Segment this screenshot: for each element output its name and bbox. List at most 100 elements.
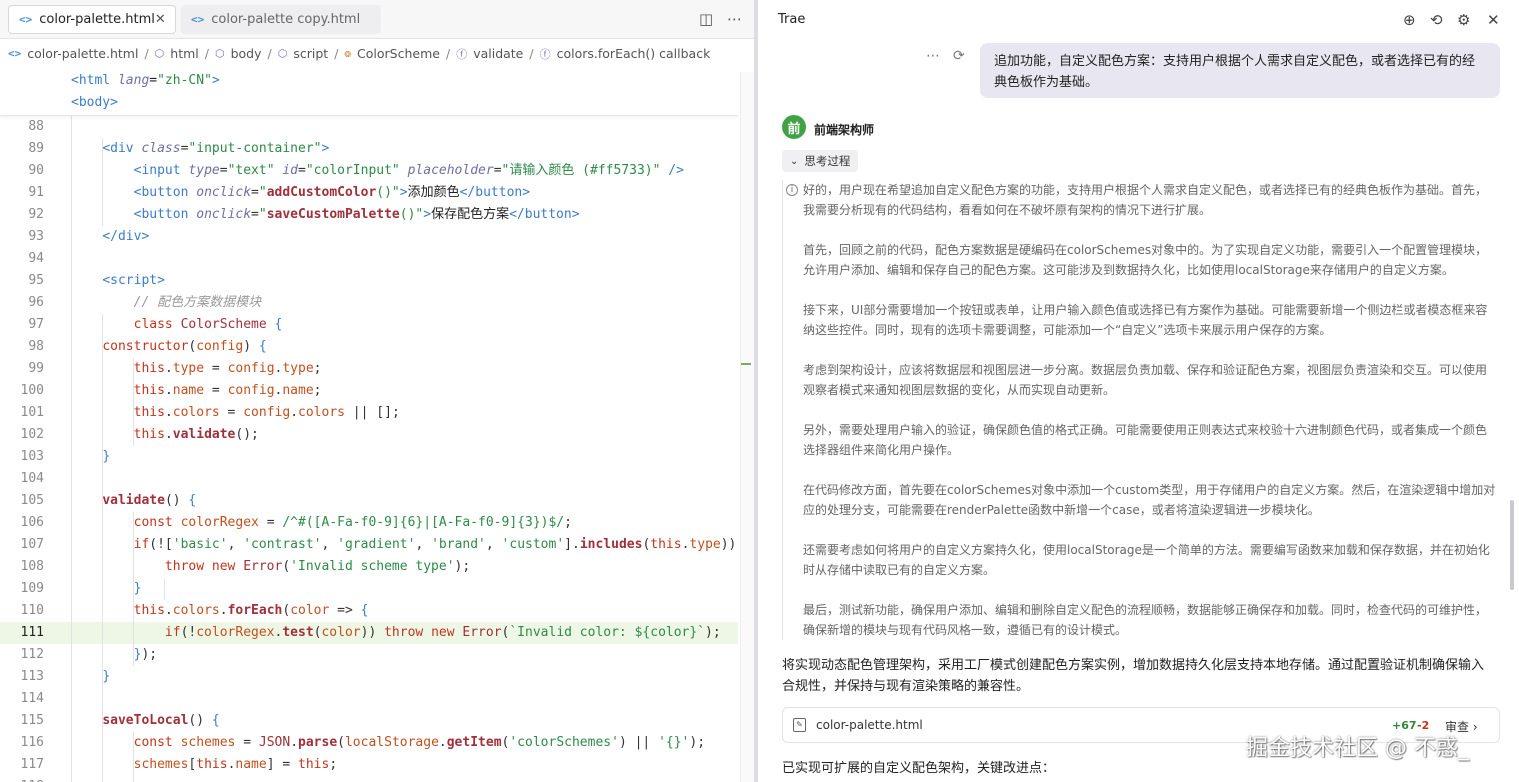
new-chat-icon[interactable]: ⊕	[1403, 11, 1416, 29]
indent-guide	[102, 314, 103, 782]
indent-guide	[133, 358, 134, 446]
code-line[interactable]: 104	[0, 468, 738, 490]
thinking-paragraph: 最后，测试新功能，确保用户添加、编辑和删除自定义配色的流程顺畅，数据能够正确保存…	[803, 603, 1488, 637]
indent-guide	[164, 578, 165, 600]
editor-tab-bar: <> color-palette.html ✕ <> color-palette…	[0, 0, 754, 39]
method-icon: ⓕ	[456, 47, 468, 61]
code-line[interactable]: 107 if(!['basic', 'contrast', 'gradient'…	[0, 534, 738, 556]
close-icon[interactable]: ✕	[1487, 11, 1500, 29]
agent-avatar: 前	[782, 115, 806, 139]
code-line[interactable]: 92 <button onclick="saveCustomPalette()"…	[0, 204, 738, 226]
code-line[interactable]: 100 this.name = config.name;	[0, 380, 738, 402]
retry-icon[interactable]: ⟳	[953, 48, 965, 64]
code-line[interactable]: 91 <button onclick="addCustomColor()">添加…	[0, 182, 738, 204]
breadcrumb-class[interactable]: ❂ ColorScheme	[344, 46, 440, 61]
breadcrumb: <> color-palette.html / ⬡ html / ⬡ body / ⬡…	[0, 40, 754, 67]
code-line[interactable]: 112 });	[0, 644, 738, 666]
scrollbar-change-marker	[741, 363, 751, 365]
code-line[interactable]: 114	[0, 688, 738, 710]
code-line[interactable]: 116 const schemes = JSON.parse(localStor…	[0, 732, 738, 754]
breadcrumb-method[interactable]: ⓕ validate	[456, 46, 523, 62]
breadcrumb-html[interactable]: ⬡ html	[155, 46, 199, 61]
sticky-scroll-header: <html lang="zh-CN"> <body>	[0, 70, 738, 116]
breadcrumb-separator: /	[267, 46, 272, 61]
thinking-paragraph: 在代码修改方面，首先要在colorSchemes对象中添加一个custom类型，…	[803, 483, 1496, 517]
code-line[interactable]: 94	[0, 248, 738, 270]
html-file-icon: <>	[8, 47, 22, 60]
class-icon: ❂	[344, 47, 352, 60]
code-line[interactable]: 115 saveToLocal() {	[0, 710, 738, 732]
breadcrumb-separator: /	[445, 46, 451, 61]
element-icon: ⬡	[214, 47, 225, 60]
indent-guide	[102, 138, 103, 226]
chat-panel: Trae ⊕ ⟲ ⚙ ✕ ⋯ ⟳ 追加功能，自定义配色方案：支持用户根据个人需求…	[758, 0, 1519, 782]
indent-guide	[71, 116, 72, 782]
agent-name: 前端架构师	[814, 123, 875, 137]
thinking-paragraph: 还需要考虑如何将用户的自定义方案持久化，使用localStorage是一个简单的…	[803, 543, 1490, 577]
code-line[interactable]: 90 <input type="text" id="colorInput" pl…	[0, 160, 738, 182]
code-line[interactable]: 103 }	[0, 446, 738, 468]
code-line[interactable]: 93 </div>	[0, 226, 738, 248]
code-line[interactable]: 88	[0, 116, 738, 138]
breadcrumb-separator: /	[204, 46, 209, 61]
code-line[interactable]: 105 validate() {	[0, 490, 738, 512]
html-file-icon: <>	[19, 13, 33, 26]
history-icon[interactable]: ⟲	[1430, 11, 1443, 29]
split-editor-icon[interactable]: ◫	[699, 10, 713, 28]
code-line[interactable]: 101 this.colors = config.colors || [];	[0, 402, 738, 424]
code-line[interactable]: 106 const colorRegex = /^#([A-Fa-f0-9]{6…	[0, 512, 738, 534]
indent-guide	[133, 512, 134, 666]
code-line[interactable]: 96 // 配色方案数据模块	[0, 292, 738, 314]
breadcrumb-separator: /	[144, 46, 149, 61]
code-line-current[interactable]: 111 if(!colorRegex.test(color)) throw ne…	[0, 622, 738, 644]
code-editor: <> color-palette.html ✕ <> color-palette…	[0, 0, 754, 782]
tab-label: color-palette copy.html	[211, 12, 361, 27]
element-icon: ⬡	[277, 47, 288, 60]
thinking-toggle[interactable]: ⌄ 思考过程	[782, 150, 859, 172]
sticky-line-body[interactable]: <body>	[71, 95, 118, 110]
close-icon[interactable]: ✕	[155, 12, 166, 27]
breadcrumb-separator: /	[334, 46, 339, 61]
thinking-paragraph: 首先，回顾之前的代码，配色方案数据是硬编码在colorSchemes对象中的。为…	[803, 243, 1488, 277]
user-message: 追加功能，自定义配色方案：支持用户根据个人需求自定义配色，或者选择已有的经典色板…	[980, 43, 1500, 98]
method-icon: ⓕ	[539, 47, 551, 61]
tab-label: color-palette.html	[39, 12, 155, 27]
chat-title: Trae	[778, 12, 806, 27]
code-line[interactable]: 109 }	[0, 578, 738, 600]
editor-scrollbar[interactable]	[740, 72, 754, 782]
code-line[interactable]: 110 this.colors.forEach(color => {	[0, 600, 738, 622]
chat-header: Trae ⊕ ⟲ ⚙ ✕	[758, 0, 1519, 40]
code-line[interactable]: 97 class ColorScheme {	[0, 314, 738, 336]
code-line[interactable]: 113 }	[0, 666, 738, 688]
code-line[interactable]: 118	[0, 776, 738, 782]
breadcrumb-callback[interactable]: ⓕ colors.forEach() callback	[540, 46, 711, 62]
code-line[interactable]: 98 constructor(config) {	[0, 336, 738, 358]
file-icon: ✎	[793, 718, 806, 732]
thinking-label: 思考过程	[804, 154, 851, 168]
indent-guide	[133, 732, 134, 782]
more-icon[interactable]: ⋯	[727, 10, 742, 28]
chat-scrollbar[interactable]	[1510, 500, 1514, 590]
code-line[interactable]: 89 <div class="input-container">	[0, 138, 738, 160]
thinking-paragraph: 考虑到架构设计，应该将数据层和视图层进一步分离。数据层负责加载、保存和验证配色方…	[803, 363, 1488, 397]
code-line[interactable]: 102 this.validate();	[0, 424, 738, 446]
code-line[interactable]: 117 schemes[this.name] = this;	[0, 754, 738, 776]
tab-color-palette-copy[interactable]: <> color-palette copy.html	[181, 5, 381, 34]
html-file-icon: <>	[191, 13, 205, 26]
sticky-line-html[interactable]: <html lang="zh-CN">	[71, 73, 220, 88]
code-area[interactable]: 88 89 <div class="input-container"> 90 <…	[0, 116, 738, 782]
code-line[interactable]: 108 throw new Error('Invalid scheme type…	[0, 556, 738, 578]
breadcrumb-file[interactable]: <> color-palette.html	[8, 46, 138, 61]
code-line[interactable]: 99 this.type = config.type;	[0, 358, 738, 380]
code-line[interactable]: 95 <script>	[0, 270, 738, 292]
agent-summary: 将实现动态配色管理架构，采用工厂模式创建配色方案实例，增加数据持久化层支持本地存…	[782, 658, 1485, 694]
more-icon[interactable]: ⋯	[926, 48, 940, 64]
agent-result-text: 已实现可扩展的自定义配色架构，关键改进点：	[782, 761, 1056, 776]
watermark: 掘金技术社区 @ 不惑_	[1246, 736, 1469, 761]
breadcrumb-body[interactable]: ⬡ body	[215, 46, 262, 61]
thinking-content: 好的，用户现在希望追加自定义配色方案的功能，支持用户根据个人需求自定义配色，或者…	[782, 180, 1498, 640]
tab-color-palette[interactable]: <> color-palette.html ✕	[8, 5, 176, 34]
breadcrumb-script[interactable]: ⬡ script	[278, 46, 328, 61]
gear-icon[interactable]: ⚙	[1457, 11, 1470, 29]
breadcrumb-separator: /	[529, 46, 534, 61]
